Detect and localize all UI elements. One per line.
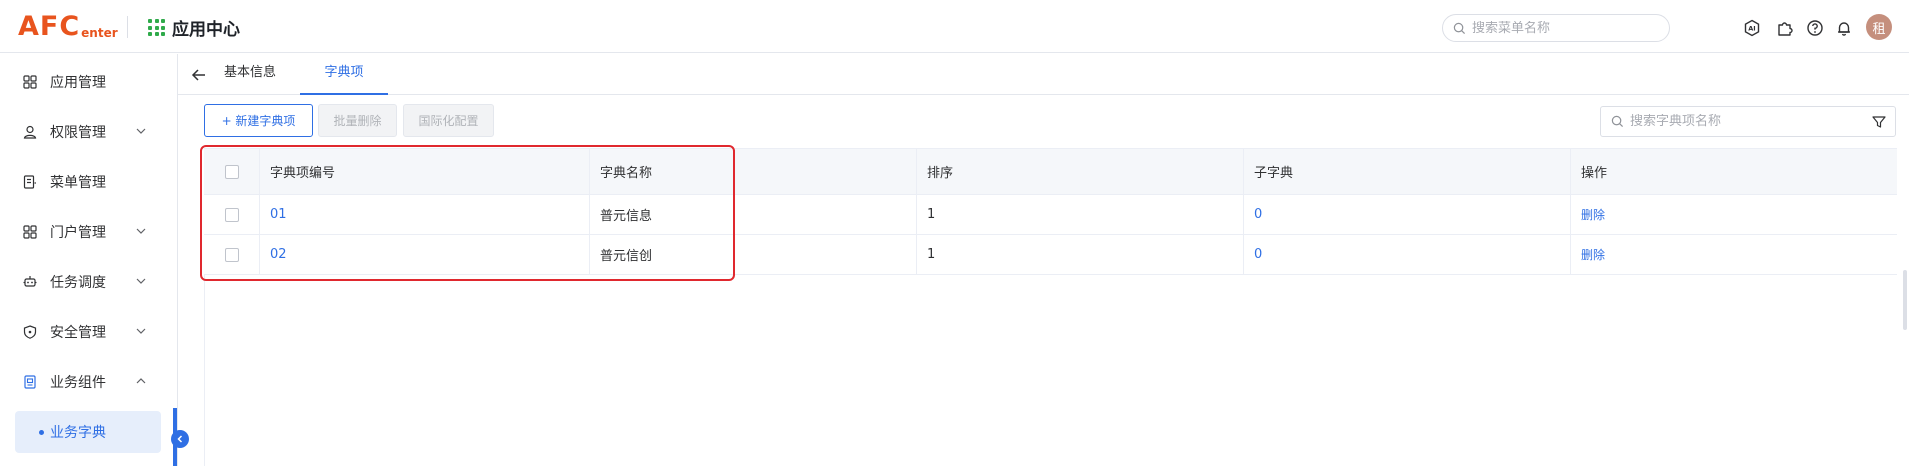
chevron-down-icon — [136, 228, 146, 234]
delete-link[interactable]: 删除 — [1581, 206, 1605, 223]
item-name-cell: 普元信息 — [590, 195, 917, 234]
item-name-cell: 普元信创 — [590, 235, 917, 274]
sidebar-item-menu-management[interactable]: 菜单管理 — [0, 162, 177, 202]
delete-link[interactable]: 删除 — [1581, 246, 1605, 263]
tab-basic-info[interactable]: 基本信息 — [224, 54, 276, 95]
menu-doc-icon — [22, 174, 38, 190]
shield-icon — [22, 324, 38, 340]
new-dictionary-item-button[interactable]: + 新建字典项 — [204, 104, 313, 137]
back-arrow-icon[interactable] — [190, 66, 208, 84]
puzzle-icon[interactable] — [1775, 18, 1795, 38]
dictionary-item-search-box[interactable] — [1600, 106, 1896, 137]
bell-icon[interactable] — [1834, 18, 1854, 38]
sidebar-item-label: 任务调度 — [50, 275, 106, 291]
row-checkbox[interactable] — [224, 207, 239, 222]
item-sort-cell: 1 — [917, 235, 1244, 274]
sidebar-item-label: 安全管理 — [50, 325, 106, 341]
filter-icon[interactable] — [1871, 114, 1887, 130]
item-code-cell: 02 — [260, 235, 590, 274]
header-divider — [127, 16, 128, 38]
sub-dictionary-cell: 0 — [1244, 195, 1571, 234]
chevron-up-icon — [136, 378, 146, 384]
column-header-code: 字典项编号 — [260, 149, 590, 194]
chevron-left-icon — [177, 435, 183, 443]
search-icon — [1611, 115, 1624, 128]
grid-icon — [22, 74, 38, 90]
table-row: 01 普元信息 1 0 删除 — [204, 195, 1897, 235]
sidebar-item-label: 权限管理 — [50, 125, 106, 141]
sub-dictionary-cell: 0 — [1244, 235, 1571, 274]
sidebar-item-label: 门户管理 — [50, 225, 106, 241]
component-icon — [22, 374, 38, 390]
chevron-down-icon — [136, 328, 146, 334]
collapse-sidebar-button[interactable] — [171, 430, 189, 448]
column-header-actions: 操作 — [1581, 166, 1608, 181]
active-dot — [39, 429, 44, 435]
sidebar: 应用管理 权限管理 菜单管理 门户管理 任务调度 安全管理 业务组件 业务字典 — [0, 54, 178, 466]
column-header-sub-dictionary: 子字典 — [1244, 149, 1571, 194]
sub-dictionary-link[interactable]: 0 — [1254, 207, 1262, 222]
top-header: AFC enter 应用中心 AI 租 — [0, 0, 1909, 53]
row-checkbox[interactable] — [224, 247, 239, 262]
column-header-name: 字典名称 — [590, 149, 917, 194]
vertical-scrollbar[interactable] — [1903, 270, 1907, 330]
user-icon — [22, 124, 38, 140]
sidebar-subitem-label: 业务字典 — [50, 425, 106, 441]
app-title: 应用中心 — [172, 20, 240, 40]
select-all-cell — [204, 149, 260, 194]
sidebar-item-label: 应用管理 — [50, 75, 106, 91]
sidebar-subitem-business-dictionary[interactable]: 业务字典 — [15, 411, 161, 453]
table-header: 字典项编号 字典名称 排序 子字典 操作 — [204, 149, 1897, 195]
select-all-checkbox[interactable] — [224, 164, 239, 179]
batch-delete-button[interactable]: 批量删除 — [318, 104, 397, 137]
ai-icon[interactable]: AI — [1742, 18, 1762, 38]
logo-sub-text: enter — [81, 26, 118, 40]
menu-search-box[interactable] — [1442, 14, 1670, 42]
menu-search-input[interactable] — [1472, 20, 1662, 36]
column-header-sort: 排序 — [917, 149, 1244, 194]
detail-tabs-bar: 基本信息 字典项 — [178, 54, 1909, 95]
row-select-cell — [204, 195, 260, 234]
tab-dictionary-items[interactable]: 字典项 — [300, 54, 388, 95]
logo-main-text: AFC — [18, 11, 81, 42]
search-icon — [1453, 22, 1466, 34]
actions-cell: 删除 — [1571, 195, 1897, 234]
sidebar-item-security-management[interactable]: 安全管理 — [0, 312, 177, 352]
robot-icon — [22, 274, 38, 290]
item-code-cell: 01 — [260, 195, 590, 234]
actions-cell: 删除 — [1571, 235, 1897, 274]
sidebar-item-app-management[interactable]: 应用管理 — [0, 62, 177, 102]
svg-text:AI: AI — [1748, 25, 1755, 33]
sidebar-item-label: 业务组件 — [50, 375, 106, 391]
sidebar-item-label: 菜单管理 — [50, 175, 106, 191]
row-select-cell — [204, 235, 260, 274]
item-code-link[interactable]: 02 — [270, 247, 287, 262]
sidebar-item-business-components[interactable]: 业务组件 — [0, 362, 177, 402]
app-grid-icon[interactable] — [148, 19, 165, 36]
table-row: 02 普元信创 1 0 删除 — [204, 235, 1897, 275]
item-code-link[interactable]: 01 — [270, 207, 287, 222]
user-avatar[interactable]: 租 — [1866, 14, 1892, 40]
grid-icon — [22, 224, 38, 240]
chevron-down-icon — [136, 278, 146, 284]
sidebar-item-portal-management[interactable]: 门户管理 — [0, 212, 177, 252]
dictionary-item-search-input[interactable] — [1630, 114, 1860, 129]
item-sort-cell: 1 — [917, 195, 1244, 234]
afcenter-logo[interactable]: AFC enter — [18, 8, 118, 42]
i18n-config-button[interactable]: 国际化配置 — [403, 104, 494, 137]
dictionary-items-table: 字典项编号 字典名称 排序 子字典 操作 01 普元信息 1 0 删除 02 普… — [204, 148, 1897, 275]
help-icon[interactable] — [1805, 18, 1825, 38]
chevron-down-icon — [136, 128, 146, 134]
sub-dictionary-link[interactable]: 0 — [1254, 247, 1262, 262]
sidebar-item-permission-management[interactable]: 权限管理 — [0, 112, 177, 152]
sidebar-item-task-scheduling[interactable]: 任务调度 — [0, 262, 177, 302]
